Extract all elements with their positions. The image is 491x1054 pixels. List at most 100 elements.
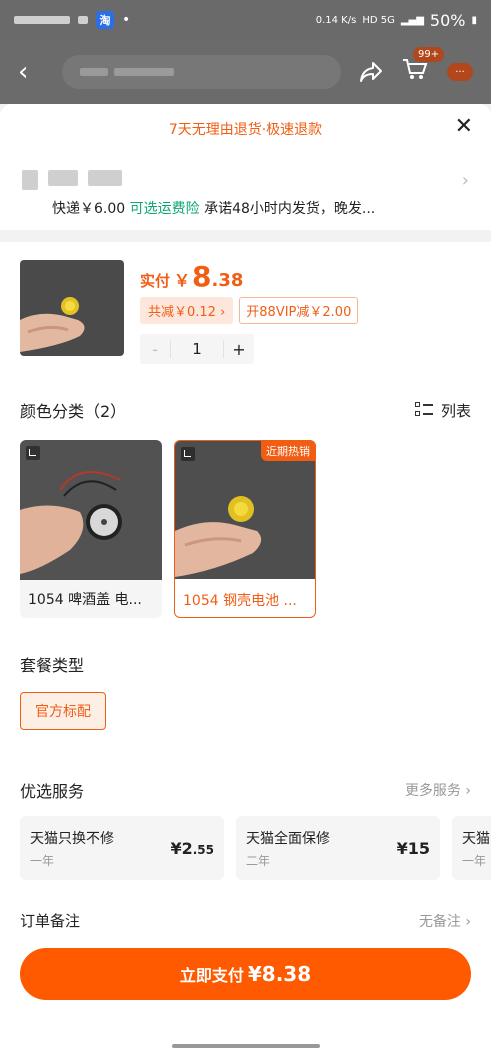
service-price-small: .55 (192, 842, 214, 857)
pay-button-label: 立即支付 (179, 966, 244, 985)
service-card[interactable]: 天猫 一年 (452, 816, 491, 880)
chevron-right-icon: › (461, 169, 469, 191)
service-name: 天猫 (462, 830, 490, 847)
address-row[interactable]: › (0, 154, 491, 198)
discount-tags: 共减￥0.12 › 开88VIP减￥2.00 (140, 297, 359, 324)
service-card[interactable]: 天猫只换不修 一年 ¥2.55 (20, 816, 224, 880)
pay-now-button[interactable]: 立即支付 ¥8.38 (20, 948, 471, 1000)
decrease-button[interactable]: - (140, 340, 170, 359)
blurred-notification (78, 16, 88, 24)
sku-selector: 实付 ￥ 8 .38 共减￥0.12 › 开88VIP减￥2.00 - 1 + … (0, 242, 491, 938)
blurred-text (80, 68, 108, 76)
buzzer-photo (20, 440, 162, 580)
variant-image: 近期热销 (175, 441, 315, 581)
service-duration: 一年 (462, 853, 487, 868)
service-price-main: ¥2 (170, 838, 193, 858)
vip-tag[interactable]: 开88VIP减￥2.00 (239, 297, 359, 324)
shipping-promise: 承诺48小时内发货，晚发... (204, 201, 376, 217)
blurred-text (22, 170, 38, 190)
back-arrow-icon[interactable]: ‹ (18, 57, 48, 87)
product-info: 实付 ￥ 8 .38 共减￥0.12 › 开88VIP减￥2.00 - 1 + (140, 260, 359, 364)
taobao-app-icon: 淘 (96, 11, 114, 29)
shipping-insurance-link[interactable]: 可选运费险 (130, 201, 200, 217)
promo-banner: 7天无理由退货·极速退款 ✕ (0, 104, 491, 154)
services-header: 优选服务 更多服务 › (20, 778, 471, 802)
share-icon[interactable] (359, 61, 383, 83)
blurred-address (22, 170, 462, 190)
service-duration: 二年 (246, 853, 271, 868)
service-price: ¥15 (397, 839, 430, 858)
product-summary: 实付 ￥ 8 .38 共减￥0.12 › 开88VIP减￥2.00 - 1 + (20, 260, 471, 364)
order-note-row[interactable]: 订单备注 无备注 › (20, 910, 471, 931)
header-actions: 99+ ··· (359, 46, 473, 88)
home-indicator[interactable] (172, 1044, 320, 1048)
net-speed: 0.14 K/s (315, 14, 357, 26)
order-note-label: 订单备注 (20, 912, 81, 930)
product-thumbnail[interactable] (20, 260, 124, 356)
cart-count-badge: 99+ (413, 46, 445, 62)
pay-bar: 立即支付 ¥8.38 (0, 938, 491, 1054)
battery-percent: 50% (429, 10, 466, 30)
blurred-text (48, 170, 78, 186)
list-toggle-label: 列表 (440, 401, 471, 420)
sheet-header: 7天无理由退货·极速退款 ✕ › 快递￥6.00 可选运费险 承诺48小时内发货… (0, 104, 491, 230)
pay-button-amount: ¥8.38 (247, 962, 312, 986)
dot-icon: • (122, 12, 131, 28)
variant-option-2[interactable]: 近期热销 1054 钢壳电池 ... (174, 440, 316, 618)
battery-photo (20, 260, 124, 356)
page-header: ‹ 99+ ··· (0, 40, 491, 104)
cart-icon[interactable]: 99+ (401, 46, 445, 88)
shipping-info: 快递￥6.00 可选运费险 承诺48小时内发货，晚发... (0, 198, 491, 218)
variant-list: 1054 啤酒盖 电... 近期热销 1054 钢壳电池 ... (20, 440, 471, 618)
variant-label: 1054 啤酒盖 电... (28, 592, 142, 608)
service-name: 天猫全面保修 (246, 830, 330, 847)
status-bar-left: 淘 • (14, 11, 316, 29)
close-icon[interactable]: ✕ (455, 116, 473, 138)
price-integer: 8 (192, 260, 212, 293)
variant-option-1[interactable]: 1054 啤酒盖 电... (20, 440, 162, 618)
discount-tag[interactable]: 共减￥0.12 › (140, 297, 234, 324)
price: 实付 ￥ 8 .38 (140, 260, 358, 293)
blurred-search-bar[interactable] (62, 55, 341, 89)
service-text: 天猫只换不修 一年 (30, 828, 114, 869)
message-icon[interactable]: ··· (447, 63, 473, 81)
purchase-sheet: 7天无理由退货·极速退款 ✕ › 快递￥6.00 可选运费险 承诺48小时内发货… (0, 104, 491, 1054)
service-cards: 天猫只换不修 一年 ¥2.55 天猫全面保修 二年 ¥15 天猫 一年 (20, 816, 491, 880)
price-currency: ￥ (174, 271, 191, 290)
expand-icon[interactable] (26, 446, 40, 460)
service-text: 天猫全面保修 二年 (246, 828, 330, 869)
services-title: 优选服务 (20, 782, 85, 801)
package-option[interactable]: 官方标配 (20, 692, 106, 730)
color-section-title: 颜色分类（2） (20, 402, 127, 421)
service-price-main: ¥15 (396, 838, 430, 858)
service-price: ¥2.55 (170, 839, 214, 858)
promo-text: 7天无理由退货·极速退款 (168, 122, 323, 138)
battery-icon: ▮ (471, 14, 477, 26)
increase-button[interactable]: + (224, 340, 254, 359)
quantity-value[interactable]: 1 (170, 340, 224, 358)
quantity-stepper: - 1 + (140, 334, 254, 364)
price-decimal: .38 (211, 270, 244, 291)
blurred-notification (14, 16, 70, 24)
signal-icon: ▂▄▆ (400, 14, 424, 26)
service-card[interactable]: 天猫全面保修 二年 ¥15 (236, 816, 440, 880)
shipping-fee: 快递￥6.00 (52, 201, 126, 217)
service-text: 天猫 一年 (462, 828, 490, 869)
status-bar: 淘 • 0.14 K/s HD 5G ▂▄▆ 50% ▮ (0, 0, 491, 40)
expand-icon[interactable] (181, 447, 195, 461)
list-icon (414, 402, 433, 418)
battery-photo (175, 441, 315, 579)
variant-image (20, 440, 162, 580)
variant-label: 1054 钢壳电池 ... (183, 593, 297, 609)
hot-sale-badge: 近期热销 (261, 441, 315, 461)
list-view-toggle[interactable]: 列表 (414, 400, 471, 421)
more-services-link[interactable]: 更多服务 › (405, 780, 471, 800)
order-note-value: 无备注 › (418, 913, 471, 930)
price-label: 实付 (140, 272, 171, 290)
status-bar-right: 0.14 K/s HD 5G ▂▄▆ 50% ▮ (316, 11, 477, 30)
color-section-header: 颜色分类（2） 列表 (20, 398, 471, 422)
network-label: HD 5G (362, 14, 395, 26)
package-section-title: 套餐类型 (20, 656, 85, 675)
blurred-text (88, 170, 122, 186)
service-duration: 一年 (30, 853, 55, 868)
